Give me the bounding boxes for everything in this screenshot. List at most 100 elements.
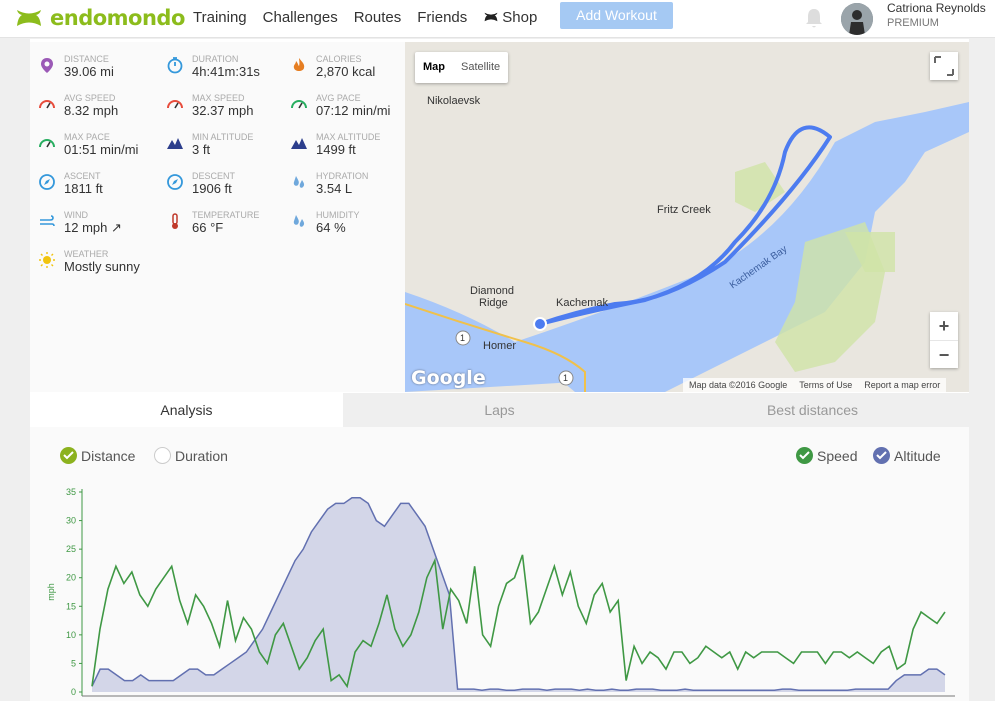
stat-avg-pace: AVG PACE 07:12 min/mi: [290, 93, 410, 127]
mountain-icon: [167, 138, 183, 149]
route-map[interactable]: Nikolaevsk Fritz Creek Diamond Ridge Kac…: [405, 42, 969, 392]
brand-logo[interactable]: endomondo: [14, 6, 185, 30]
stat-descent: DESCENT 1906 ft: [166, 171, 286, 205]
workout-stats: DISTANCE 39.06 mi DURATION 4h:41m:31s CALORI…: [30, 42, 405, 392]
stat-label: DURATION: [192, 54, 239, 64]
stat-value: 01:51 min/mi: [64, 142, 139, 157]
altitude-area: [92, 497, 945, 692]
stat-label: DISTANCE: [64, 54, 109, 64]
stat-hydration: HYDRATION 3.54 L: [290, 171, 410, 205]
map-type-map-button[interactable]: Map: [415, 52, 453, 83]
road-shield: 1: [563, 373, 569, 383]
speed-altitude-chart[interactable]: 0 5 10 15 20 25 30 35 mph: [30, 427, 969, 701]
stat-value: 3 ft: [192, 142, 211, 157]
top-navigation-bar: endomondo Training Challenges Routes Fri…: [0, 0, 995, 38]
stat-duration: DURATION 4h:41m:31s: [166, 54, 286, 88]
avatar[interactable]: [841, 3, 873, 35]
speedometer-icon: [39, 139, 55, 148]
sun-icon: [39, 252, 55, 268]
stat-min-altitude: MIN ALTITUDE 3 ft: [166, 132, 286, 166]
thermometer-icon: [172, 213, 178, 229]
map-type-satellite-button[interactable]: Satellite: [453, 52, 508, 83]
tab-laps[interactable]: Laps: [343, 393, 656, 427]
add-workout-button[interactable]: Add Workout: [560, 2, 673, 29]
y-tick-label: 15: [66, 601, 76, 611]
y-tick-label: 0: [71, 687, 76, 697]
map-data-credit: Map data ©2016 Google: [689, 380, 788, 390]
stat-value: 66 °F: [192, 220, 224, 235]
zoom-control: + −: [930, 312, 958, 368]
stat-distance: DISTANCE 39.06 mi: [38, 54, 158, 88]
stat-value: 1499 ft: [316, 142, 356, 157]
stat-value: 12 mph ↗: [64, 220, 122, 235]
place-label: Ridge: [479, 297, 508, 309]
nav-shop[interactable]: Shop: [483, 9, 537, 26]
stat-calories: CALORIES 2,870 kcal: [290, 54, 410, 88]
place-label: Diamond: [470, 285, 515, 297]
nav-challenges[interactable]: Challenges: [263, 9, 338, 26]
stat-value: 39.06 mi: [64, 64, 114, 79]
speedometer-icon: [39, 100, 55, 109]
under-armour-icon: [17, 10, 41, 26]
stat-value: 1906 ft: [192, 181, 232, 196]
y-tick-label: 5: [71, 658, 76, 668]
stat-label: CALORIES: [316, 54, 362, 64]
stat-temperature: TEMPERATURE 66 °F: [166, 210, 286, 244]
wind-icon: [40, 215, 55, 227]
stat-label: WEATHER: [64, 249, 109, 259]
place-label: Kachemak: [556, 297, 608, 309]
stat-wind: WIND 12 mph ↗: [38, 210, 158, 244]
stat-ascent: ASCENT 1811 ft: [38, 171, 158, 205]
stat-label: MAX ALTITUDE: [316, 132, 381, 142]
stat-label: HUMIDITY: [316, 210, 360, 220]
stat-value: 07:12 min/mi: [316, 103, 391, 118]
stat-humidity: HUMIDITY 64 %: [290, 210, 410, 244]
y-tick-label: 10: [66, 630, 76, 640]
speedometer-icon: [291, 100, 307, 109]
compass-icon: [39, 174, 55, 190]
tab-analysis[interactable]: Analysis: [30, 393, 343, 427]
stat-value: 4h:41m:31s: [192, 64, 260, 79]
y-axis-label: mph: [46, 583, 56, 601]
stat-label: ASCENT: [64, 171, 101, 181]
speed-line: [91, 554, 946, 689]
map-type-control: Map Satellite: [415, 52, 509, 83]
fullscreen-button[interactable]: [930, 52, 958, 80]
stat-label: MAX PACE: [64, 132, 110, 142]
stat-max-altitude: MAX ALTITUDE 1499 ft: [290, 132, 410, 166]
drops-icon: [293, 215, 305, 227]
stat-label: AVG SPEED: [64, 93, 116, 103]
nav-routes[interactable]: Routes: [354, 9, 402, 26]
user-name[interactable]: Catriona Reynolds: [887, 1, 986, 15]
brand-name: endomondo: [50, 6, 185, 30]
stat-weather: WEATHER Mostly sunny: [38, 249, 158, 283]
stat-label: TEMPERATURE: [192, 210, 260, 220]
nav-friends[interactable]: Friends: [417, 9, 467, 26]
compass-icon: [167, 174, 183, 190]
nav-shop-label: Shop: [502, 8, 538, 26]
road-shield: 1: [460, 333, 466, 343]
y-tick-label: 20: [66, 573, 76, 583]
google-logo: Google: [411, 367, 486, 389]
map-attribution: Map data ©2016 Google Terms of Use Repor…: [683, 378, 947, 392]
mountain-icon: [291, 138, 307, 149]
terms-link[interactable]: Terms of Use: [799, 378, 852, 392]
zoom-out-button[interactable]: −: [930, 340, 958, 368]
stat-label: WIND: [64, 210, 88, 220]
place-label: Homer: [483, 340, 517, 352]
stat-value: 64 %: [316, 220, 346, 235]
place-label: Fritz Creek: [657, 204, 711, 216]
bell-icon[interactable]: [804, 7, 824, 29]
analysis-chart: Distance Duration Speed Altitude 0 5 10 15 2…: [30, 427, 969, 701]
nav-training[interactable]: Training: [193, 9, 247, 26]
stat-max-speed: MAX SPEED 32.37 mph: [166, 93, 286, 127]
y-tick-label: 30: [66, 516, 76, 526]
zoom-in-button[interactable]: +: [930, 312, 958, 340]
stat-label: MIN ALTITUDE: [192, 132, 254, 142]
y-tick-label: 35: [66, 487, 76, 497]
place-label: Nikolaevsk: [427, 95, 481, 107]
under-armour-icon: [484, 12, 498, 22]
stat-label: HYDRATION: [316, 171, 369, 181]
report-error-link[interactable]: Report a map error: [864, 378, 940, 392]
tab-best-distances[interactable]: Best distances: [656, 393, 969, 427]
